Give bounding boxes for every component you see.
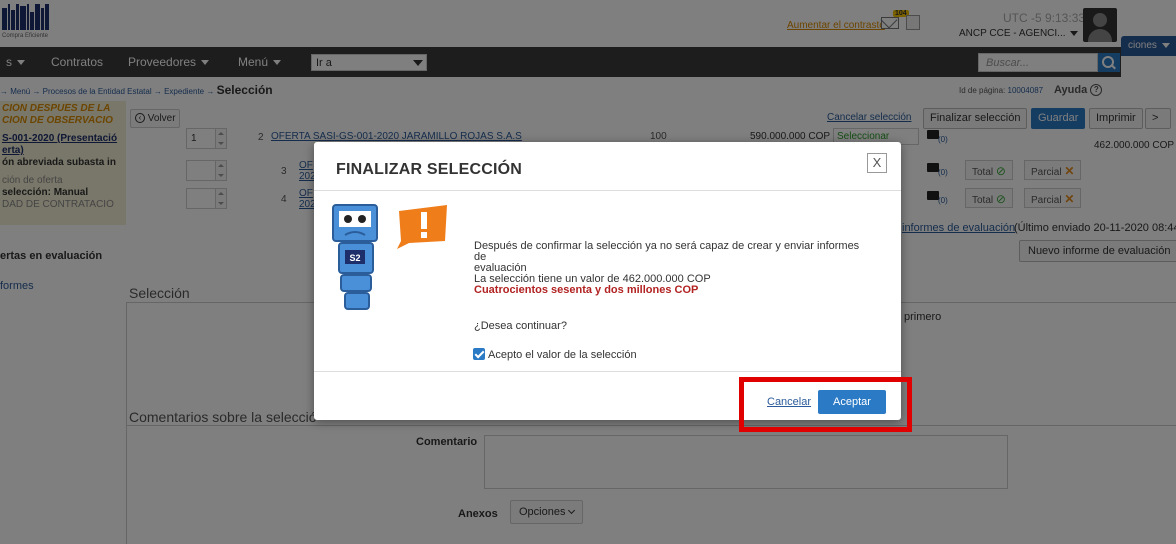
highlight-box — [739, 377, 912, 432]
dialog-divider — [314, 190, 901, 191]
dialog-message: Después de confirmar la selección ya no … — [474, 241, 874, 296]
selection-value-words: Cuatrocientos sesenta y dos millones COP — [474, 284, 699, 296]
robot-warning-icon: S2 — [332, 204, 447, 310]
accept-value-label: Acepto el valor de la selección — [488, 349, 637, 361]
robot-label: S2 — [349, 253, 360, 263]
dialog-question: ¿Desea continuar? — [474, 320, 567, 332]
close-icon[interactable]: X — [867, 153, 887, 173]
dialog-title: FINALIZAR SELECCIÓN — [336, 161, 523, 178]
accept-value-checkbox[interactable]: Acepto el valor de la selección — [473, 348, 637, 361]
checkbox-checked-icon[interactable] — [473, 348, 485, 360]
page: Compra Eficiente Aumentar el contraste 1… — [0, 0, 1176, 544]
message-line: Después de confirmar la selección ya no … — [474, 240, 860, 263]
dialog-footer-divider — [314, 371, 901, 372]
